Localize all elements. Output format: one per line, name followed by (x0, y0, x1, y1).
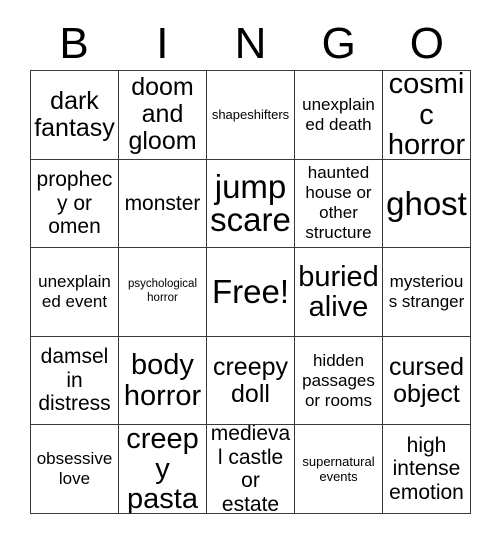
bingo-cell-free[interactable]: Free! (207, 248, 295, 337)
bingo-cell[interactable]: cosmic horror (383, 71, 471, 160)
bingo-cell[interactable]: hidden passages or rooms (295, 336, 383, 426)
bingo-cell[interactable]: high intense emotion (383, 425, 471, 514)
bingo-cell[interactable]: shapeshifters (207, 71, 295, 160)
bingo-cell-label: monster (124, 191, 201, 215)
bingo-cell[interactable]: dark fantasy (31, 71, 119, 160)
header-letter-g: G (321, 19, 356, 68)
bingo-card: B I N G O dark fantasy doom and gloom shap… (0, 0, 500, 544)
bingo-cell-label: medieval castle or estate (210, 425, 291, 514)
bingo-cell-label: creepy doll (212, 352, 289, 408)
bingo-cell-label: jump scare (210, 167, 291, 239)
header-letter-n: N (234, 19, 267, 68)
bingo-cell-label: mysterious stranger (388, 271, 465, 311)
bingo-cell[interactable]: doom and gloom (119, 71, 207, 160)
bingo-cell-label: supernatural events (302, 453, 375, 485)
bingo-cell-label: unexplained death (302, 94, 375, 134)
bingo-cell[interactable]: buried alive (295, 248, 383, 337)
bingo-cell[interactable]: body horror (119, 336, 207, 426)
bingo-cell[interactable]: psychological horror (119, 248, 207, 337)
bingo-cell[interactable]: cursed object (383, 336, 471, 426)
header-letter-b: B (59, 19, 89, 68)
bingo-header: B I N G O (30, 18, 471, 70)
bingo-cell-label: hidden passages or rooms (302, 350, 375, 410)
bingo-cell-label: dark fantasy (34, 86, 115, 142)
bingo-cell[interactable]: supernatural events (295, 425, 383, 514)
bingo-cell[interactable]: creepy pasta (119, 425, 207, 514)
bingo-cell-label: haunted house or other structure (305, 163, 372, 243)
bingo-cell[interactable]: obsessive love (31, 425, 119, 514)
bingo-cell[interactable]: creepy doll (207, 336, 295, 426)
bingo-cell[interactable]: mysterious stranger (383, 248, 471, 337)
bingo-cell-label: body horror (123, 349, 202, 412)
bingo-grid: dark fantasy doom and gloom shapeshifters u… (30, 70, 471, 514)
bingo-cell-label: psychological horror (127, 278, 198, 304)
bingo-cell-label: high intense emotion (389, 433, 464, 504)
bingo-cell[interactable]: prophecy or omen (31, 159, 119, 249)
bingo-cell[interactable]: medieval castle or estate (207, 425, 295, 514)
bingo-cell[interactable]: haunted house or other structure (295, 159, 383, 249)
bingo-cell-label: unexplained event (38, 271, 111, 311)
bingo-cell-label: ghost (386, 184, 467, 222)
bingo-cell-label: cursed object (388, 352, 465, 408)
bingo-cell-label: doom and gloom (128, 73, 197, 156)
bingo-cell[interactable]: unexplained death (295, 71, 383, 160)
bingo-cell-label: shapeshifters (211, 107, 290, 122)
bingo-cell[interactable]: monster (119, 159, 207, 249)
bingo-cell-label: damsel in distress (38, 345, 111, 416)
header-letter-o: O (409, 19, 445, 68)
bingo-cell-label: Free! (211, 273, 290, 311)
header-letter-i: I (156, 19, 169, 68)
bingo-cell[interactable]: jump scare (207, 159, 295, 249)
bingo-cell[interactable]: damsel in distress (31, 336, 119, 426)
bingo-cell[interactable]: unexplained event (31, 248, 119, 337)
bingo-cell-label: prophecy or omen (36, 168, 113, 239)
bingo-cell-label: obsessive love (36, 449, 113, 489)
bingo-cell-label: buried alive (298, 260, 379, 323)
bingo-cell-label: creepy pasta (126, 425, 199, 514)
bingo-cell-label: cosmic horror (387, 71, 466, 160)
bingo-cell[interactable]: ghost (383, 159, 471, 249)
